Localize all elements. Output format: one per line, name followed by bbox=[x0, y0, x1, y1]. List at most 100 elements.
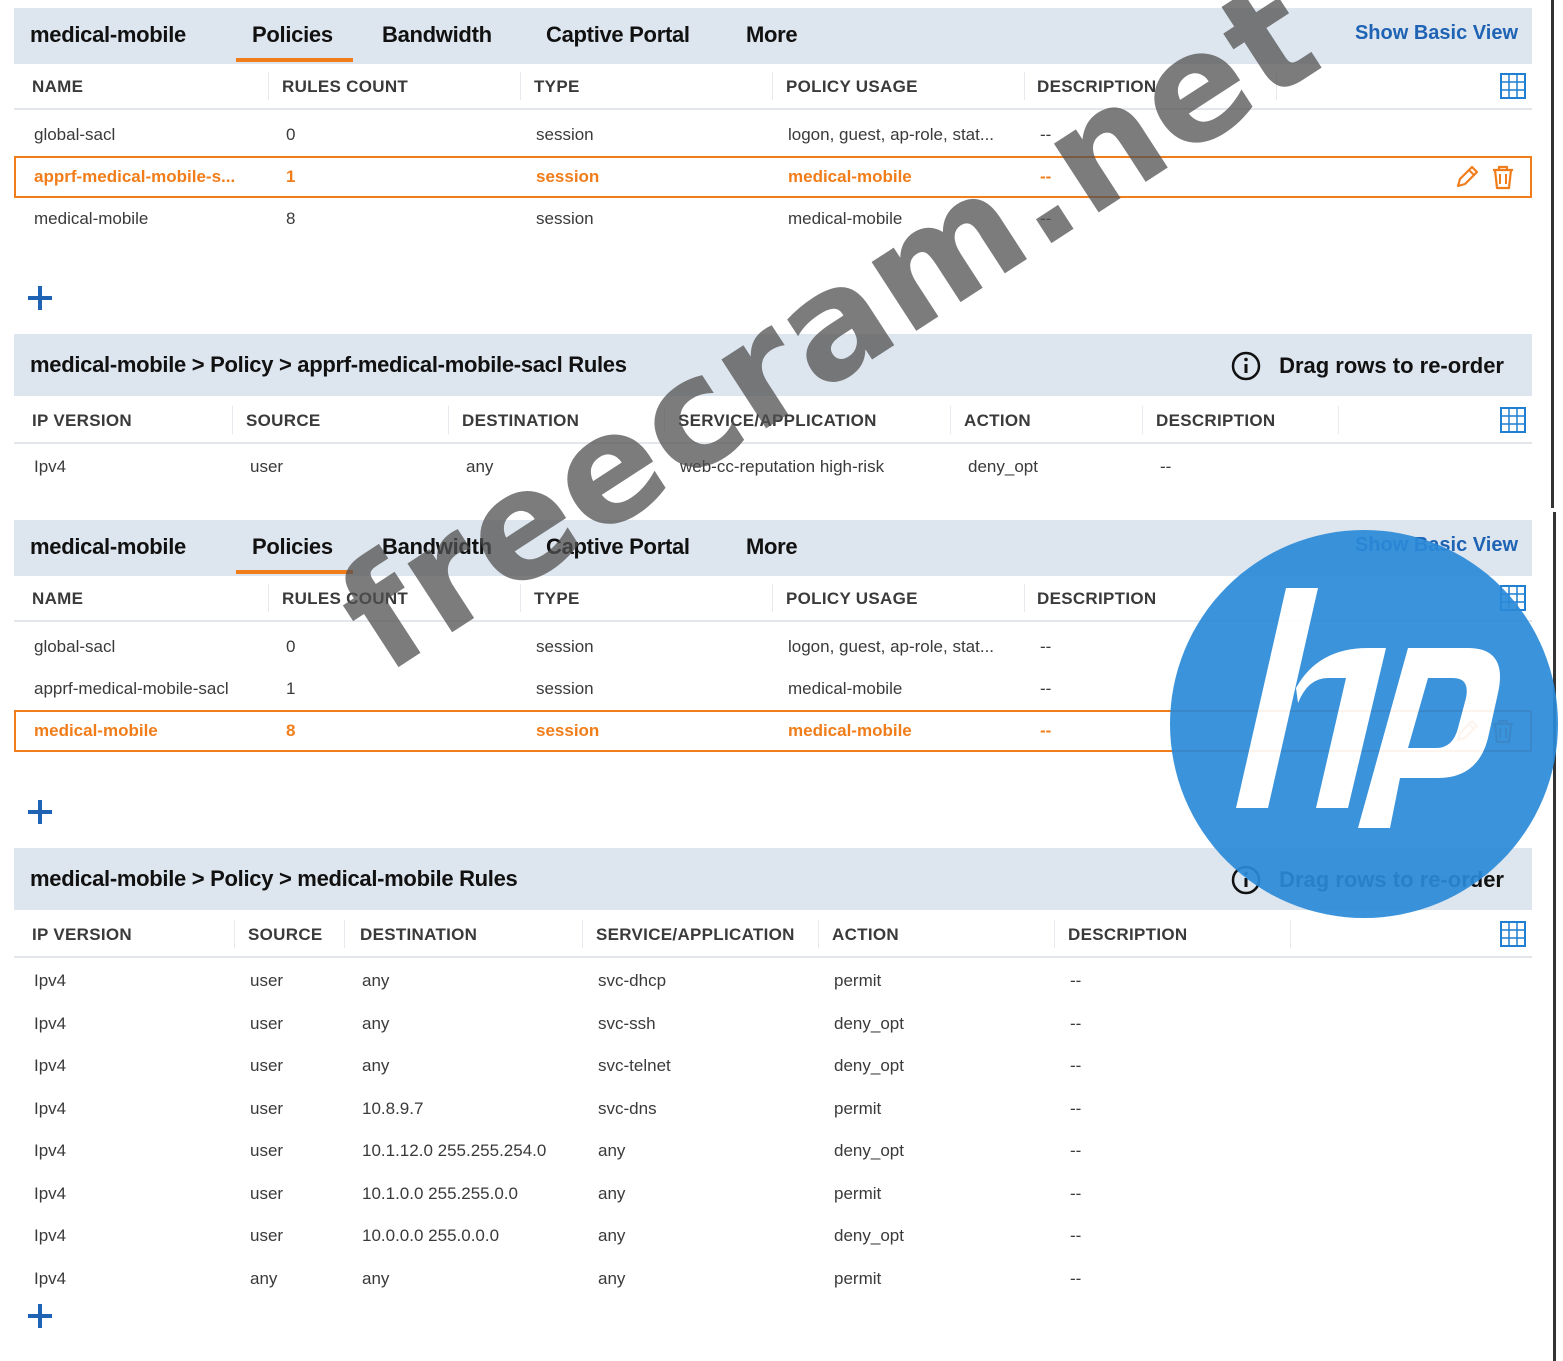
column-header-ip-version[interactable]: IP VERSION bbox=[32, 411, 132, 431]
tab-more[interactable]: More bbox=[746, 22, 798, 48]
policy-description: -- bbox=[1040, 209, 1052, 228]
rule-action: deny_opt bbox=[968, 457, 1038, 476]
rule-destination: any bbox=[362, 1268, 390, 1288]
rule-source: user bbox=[250, 1226, 284, 1245]
edit-pencil-icon[interactable] bbox=[1454, 164, 1480, 190]
rule-source: user bbox=[250, 971, 284, 990]
tab-bandwidth[interactable]: Bandwidth bbox=[382, 534, 492, 560]
rule-destination: 10.1.12.0 255.255.254.0 bbox=[362, 1141, 547, 1160]
show-basic-view-link[interactable]: Show Basic View bbox=[1355, 534, 1518, 557]
row-actions bbox=[1454, 164, 1516, 190]
rules-breadcrumb-title: medical-mobile > Policy > medical-mobile… bbox=[30, 866, 518, 891]
tab-more[interactable]: More bbox=[746, 534, 798, 560]
policy-usage: logon, guest, ap-role, stat... bbox=[788, 637, 995, 656]
column-header-description[interactable]: DESCRIPTION bbox=[1068, 925, 1187, 945]
add-policy-button[interactable] bbox=[26, 284, 54, 312]
column-header-action[interactable]: ACTION bbox=[964, 411, 1031, 431]
column-chooser-icon[interactable] bbox=[1500, 407, 1526, 433]
info-icon bbox=[1231, 865, 1261, 895]
table-row-selected[interactable]: medical-mobile 8 session medical-mobile … bbox=[14, 710, 1532, 752]
rule-row[interactable]: Ipv4 user 10.1.0.0 255.255.0.0 any permit -- bbox=[14, 1173, 1532, 1216]
tab-captive-portal[interactable]: Captive Portal bbox=[546, 22, 690, 48]
column-header-rules-count[interactable]: RULES COUNT bbox=[282, 77, 408, 97]
column-header-type[interactable]: TYPE bbox=[534, 589, 580, 609]
policy-type: session bbox=[536, 167, 600, 186]
rule-ip-version: Ipv4 bbox=[34, 1056, 67, 1075]
edit-pencil-icon[interactable] bbox=[1454, 718, 1480, 744]
policy-screen-medical-mobile: medical-mobile Policies Bandwidth Captiv… bbox=[14, 520, 1532, 1354]
rule-description: -- bbox=[1070, 1098, 1082, 1118]
add-rule-button[interactable] bbox=[26, 1302, 54, 1330]
column-header-source[interactable]: SOURCE bbox=[246, 411, 321, 431]
column-header-policy-usage[interactable]: POLICY USAGE bbox=[786, 77, 918, 97]
column-header-description[interactable]: DESCRIPTION bbox=[1156, 411, 1275, 431]
tab-policies[interactable]: Policies bbox=[236, 22, 353, 62]
rule-source: user bbox=[250, 457, 284, 476]
delete-trash-icon[interactable] bbox=[1490, 718, 1516, 744]
rule-source: user bbox=[250, 1183, 284, 1203]
rule-service: any bbox=[598, 1141, 626, 1160]
column-header-description[interactable]: DESCRIPTION bbox=[1037, 589, 1156, 609]
column-header-policy-usage[interactable]: POLICY USAGE bbox=[786, 589, 918, 609]
rule-source: user bbox=[250, 1013, 284, 1033]
policy-name: global-sacl bbox=[34, 637, 116, 656]
column-header-name[interactable]: NAME bbox=[32, 589, 83, 609]
column-header-destination[interactable]: DESTINATION bbox=[462, 411, 579, 431]
column-header-destination[interactable]: DESTINATION bbox=[360, 925, 477, 945]
rule-row[interactable]: Ipv4 user any svc-telnet deny_opt -- bbox=[14, 1045, 1532, 1088]
delete-trash-icon[interactable] bbox=[1490, 164, 1516, 190]
rule-ip-version: Ipv4 bbox=[34, 1141, 67, 1160]
column-header-source[interactable]: SOURCE bbox=[248, 925, 323, 945]
table-row-selected[interactable]: apprf-medical-mobile-s... 1 session medi… bbox=[14, 156, 1532, 198]
rule-row[interactable]: Ipv4 user 10.0.0.0 255.0.0.0 any deny_opt -- bbox=[14, 1215, 1532, 1258]
rules-count: 8 bbox=[286, 209, 296, 228]
reorder-hint-text: Drag rows to re-order bbox=[1279, 353, 1504, 378]
rule-service: svc-ssh bbox=[598, 1013, 656, 1033]
column-header-action[interactable]: ACTION bbox=[832, 925, 899, 945]
policy-usage: medical-mobile bbox=[788, 209, 903, 228]
column-chooser-icon[interactable] bbox=[1500, 921, 1526, 947]
rule-action: deny_opt bbox=[834, 1226, 904, 1245]
rule-row[interactable]: Ipv4 user 10.1.12.0 255.255.254.0 any deny_o… bbox=[14, 1130, 1532, 1173]
rule-destination: any bbox=[362, 971, 390, 990]
rule-service: svc-telnet bbox=[598, 1056, 671, 1075]
rule-service: web-cc-reputation high-risk bbox=[680, 457, 885, 476]
rule-ip-version: Ipv4 bbox=[34, 971, 67, 990]
column-header-name[interactable]: NAME bbox=[32, 77, 83, 97]
policy-screen-apprf: medical-mobile Policies Bandwidth Captiv… bbox=[14, 8, 1532, 502]
column-header-ip-version[interactable]: IP VERSION bbox=[32, 925, 132, 945]
policies-table-header: NAME RULES COUNT TYPE POLICY USAGE DESCR… bbox=[14, 64, 1532, 110]
rule-destination: 10.0.0.0 255.0.0.0 bbox=[362, 1226, 500, 1245]
table-row[interactable]: global-sacl 0 session logon, guest, ap-r… bbox=[14, 626, 1532, 668]
table-row[interactable]: medical-mobile 8 session medical-mobile … bbox=[14, 198, 1532, 240]
column-header-description[interactable]: DESCRIPTION bbox=[1037, 77, 1156, 97]
rule-row[interactable]: Ipv4 user any svc-dhcp permit -- bbox=[14, 960, 1532, 1003]
policy-description: -- bbox=[1040, 637, 1052, 656]
rule-row[interactable]: Ipv4 any any any permit -- bbox=[14, 1258, 1532, 1301]
reorder-hint-text: Drag rows to re-order bbox=[1279, 867, 1504, 892]
rule-description: -- bbox=[1070, 1183, 1082, 1203]
tab-policies[interactable]: Policies bbox=[236, 534, 353, 574]
column-chooser-icon[interactable] bbox=[1500, 73, 1526, 99]
column-chooser-icon[interactable] bbox=[1500, 585, 1526, 611]
rule-row[interactable]: Ipv4 user any web-cc-reputation high-ris… bbox=[14, 446, 1532, 488]
rule-service: svc-dhcp bbox=[598, 971, 667, 990]
tab-captive-portal[interactable]: Captive Portal bbox=[546, 534, 690, 560]
column-header-type[interactable]: TYPE bbox=[534, 77, 580, 97]
column-header-service[interactable]: SERVICE/APPLICATION bbox=[596, 925, 795, 945]
policy-usage: medical-mobile bbox=[788, 167, 912, 186]
column-header-service[interactable]: SERVICE/APPLICATION bbox=[678, 411, 877, 431]
rule-ip-version: Ipv4 bbox=[34, 1098, 67, 1118]
add-policy-button[interactable] bbox=[26, 798, 54, 826]
policy-name: medical-mobile bbox=[34, 209, 149, 228]
rule-row[interactable]: Ipv4 user any svc-ssh deny_opt -- bbox=[14, 1003, 1532, 1046]
rule-service: any bbox=[598, 1183, 626, 1203]
table-row[interactable]: global-sacl 0 session logon, guest, ap-r… bbox=[14, 114, 1532, 156]
rule-row[interactable]: Ipv4 user 10.8.9.7 svc-dns permit -- bbox=[14, 1088, 1532, 1131]
rule-description: -- bbox=[1070, 1141, 1082, 1160]
table-row[interactable]: apprf-medical-mobile-sacl 1 session medi… bbox=[14, 668, 1532, 710]
rule-description: -- bbox=[1070, 1056, 1082, 1075]
tab-bandwidth[interactable]: Bandwidth bbox=[382, 22, 492, 48]
column-header-rules-count[interactable]: RULES COUNT bbox=[282, 589, 408, 609]
show-basic-view-link[interactable]: Show Basic View bbox=[1355, 22, 1518, 45]
